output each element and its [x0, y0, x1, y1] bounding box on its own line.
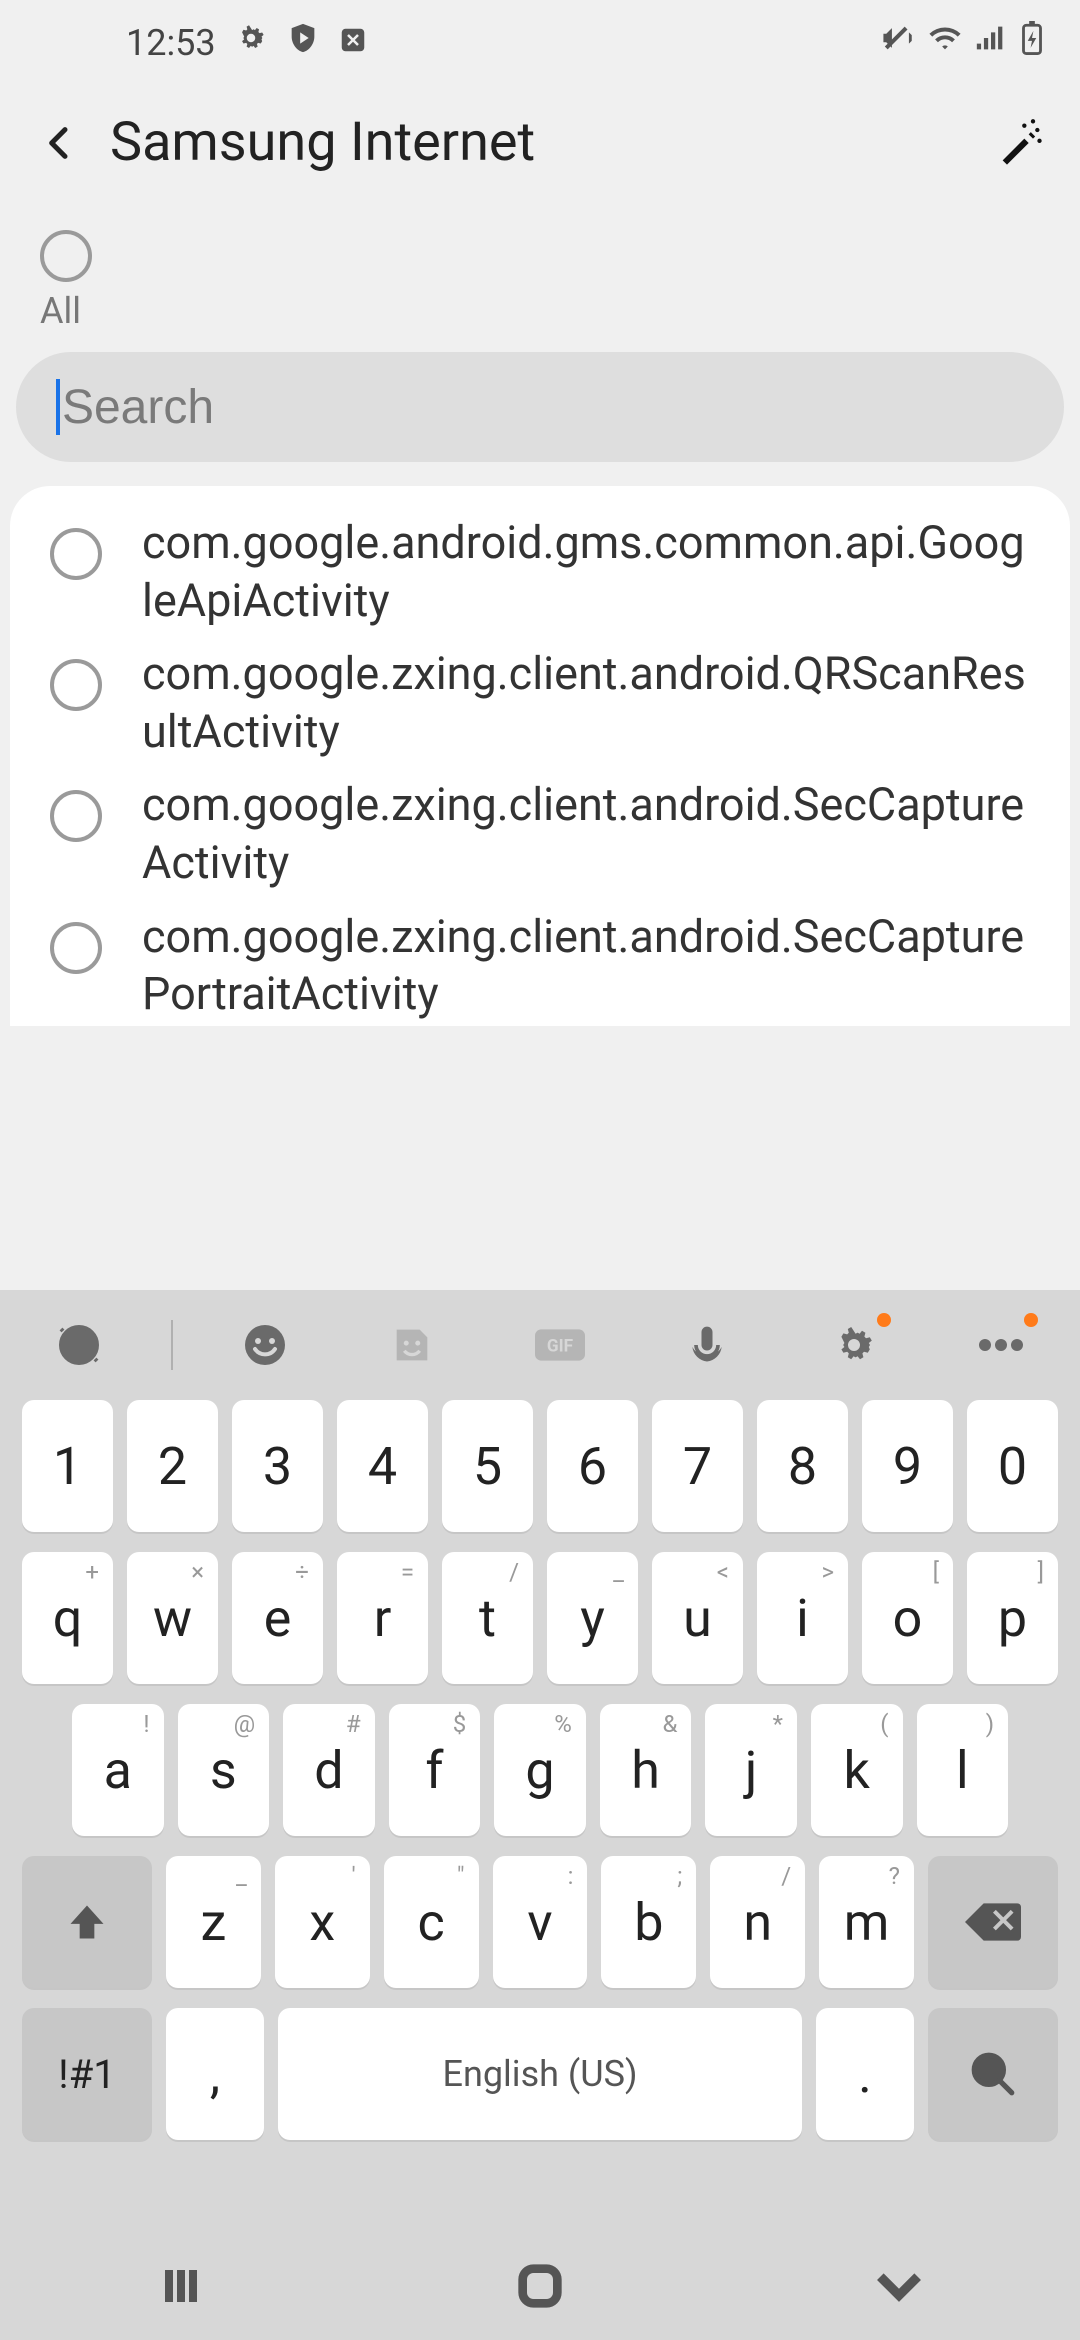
select-all-label: All [40, 290, 1040, 332]
period-key[interactable]: . [816, 2008, 914, 2140]
signal-icon [974, 21, 1008, 64]
key-9[interactable]: 9 [862, 1400, 953, 1532]
settings-icon [234, 21, 268, 64]
list-item-label: com.google.zxing.client.android.QRScanRe… [142, 645, 1030, 760]
voice-input-icon[interactable] [652, 1305, 762, 1385]
app-header: Samsung Internet [0, 85, 1080, 200]
recents-button[interactable] [153, 2262, 209, 2314]
key-l[interactable]: )l [917, 1704, 1009, 1836]
keyboard-row-bottom: !#1 , English (US) . [22, 2008, 1058, 2140]
key-8[interactable]: 8 [757, 1400, 848, 1532]
key-2[interactable]: 2 [127, 1400, 218, 1532]
shift-key[interactable] [22, 1856, 152, 1988]
list-item-label: com.google.zxing.client.android.SecCaptu… [142, 776, 1030, 891]
keyboard-toolbar: T GIF [0, 1290, 1080, 1400]
key-z[interactable]: _z [166, 1856, 261, 1988]
gif-icon[interactable]: GIF [505, 1305, 615, 1385]
text-assist-icon[interactable]: T [24, 1305, 134, 1385]
page-title: Samsung Internet [110, 111, 535, 174]
keyboard-row-numbers: 1 2 3 4 5 6 7 8 9 0 [22, 1400, 1058, 1532]
comma-key[interactable]: , [166, 2008, 264, 2140]
svg-text:GIF: GIF [546, 1336, 573, 1356]
select-all-radio[interactable] [40, 230, 92, 282]
key-k[interactable]: (k [811, 1704, 903, 1836]
shield-play-icon [286, 21, 320, 64]
status-time: 12:53 [126, 22, 216, 64]
symbols-key[interactable]: !#1 [22, 2008, 152, 2140]
keyboard-row-zxcv: _z 'x "c :v ;b /n ?m [22, 1856, 1058, 1988]
key-6[interactable]: 6 [547, 1400, 638, 1532]
select-all-section: All [0, 200, 1080, 342]
key-s[interactable]: @s [178, 1704, 270, 1836]
key-3[interactable]: 3 [232, 1400, 323, 1532]
keyboard-hide-button[interactable] [871, 2266, 927, 2310]
list-item-label: com.google.android.gms.common.api.Google… [142, 514, 1030, 629]
key-n[interactable]: /n [710, 1856, 805, 1988]
notification-dot [877, 1313, 891, 1327]
key-g[interactable]: %g [494, 1704, 586, 1836]
key-q[interactable]: +q [22, 1552, 113, 1684]
key-o[interactable]: [o [862, 1552, 953, 1684]
spacebar-key[interactable]: English (US) [278, 2008, 802, 2140]
keyboard-more-icon[interactable] [946, 1305, 1056, 1385]
key-1[interactable]: 1 [22, 1400, 113, 1532]
back-button[interactable] [30, 113, 90, 173]
key-r[interactable]: =r [337, 1552, 428, 1684]
list-item-radio[interactable] [50, 659, 102, 711]
key-w[interactable]: ×w [127, 1552, 218, 1684]
list-item[interactable]: com.google.android.gms.common.api.Google… [10, 506, 1070, 637]
magic-wand-button[interactable] [990, 113, 1050, 173]
svg-text:T: T [73, 1334, 85, 1358]
sticker-icon[interactable] [357, 1305, 467, 1385]
key-c[interactable]: "c [384, 1856, 479, 1988]
keyboard-row-asdf: !a @s #d $f %g &h *j (k )l [22, 1704, 1058, 1836]
vibrate-mute-icon [882, 21, 916, 64]
keyboard-settings-icon[interactable] [799, 1305, 909, 1385]
key-x[interactable]: 'x [275, 1856, 370, 1988]
list-item-radio[interactable] [50, 528, 102, 580]
key-i[interactable]: >i [757, 1552, 848, 1684]
activity-list: com.google.android.gms.common.api.Google… [10, 486, 1070, 1026]
keyboard-row-qwerty: +q ×w ÷e =r /t _y <u >i [o ]p [22, 1552, 1058, 1684]
backspace-key[interactable] [928, 1856, 1058, 1988]
list-item-radio[interactable] [50, 922, 102, 974]
search-field-container[interactable] [16, 352, 1064, 462]
list-item-radio[interactable] [50, 790, 102, 842]
key-v[interactable]: :v [493, 1856, 588, 1988]
system-nav-bar [0, 2235, 1080, 2340]
emoji-icon[interactable] [210, 1305, 320, 1385]
key-u[interactable]: <u [652, 1552, 743, 1684]
key-5[interactable]: 5 [442, 1400, 533, 1532]
wifi-icon [928, 21, 962, 64]
key-d[interactable]: #d [283, 1704, 375, 1836]
card-x-icon [338, 22, 368, 64]
list-item[interactable]: com.google.zxing.client.android.QRScanRe… [10, 637, 1070, 768]
toolbar-separator [171, 1320, 173, 1370]
key-7[interactable]: 7 [652, 1400, 743, 1532]
key-a[interactable]: !a [72, 1704, 164, 1836]
key-y[interactable]: _y [547, 1552, 638, 1684]
key-m[interactable]: ?m [819, 1856, 914, 1988]
home-button[interactable] [514, 2260, 566, 2316]
key-p[interactable]: ]p [967, 1552, 1058, 1684]
search-action-key[interactable] [928, 2008, 1058, 2140]
key-e[interactable]: ÷e [232, 1552, 323, 1684]
notification-dot [1024, 1313, 1038, 1327]
soft-keyboard: T GIF 1 2 3 4 5 6 7 [0, 1290, 1080, 2340]
list-item-label: com.google.zxing.client.android.SecCaptu… [142, 908, 1030, 1023]
key-j[interactable]: *j [705, 1704, 797, 1836]
key-0[interactable]: 0 [967, 1400, 1058, 1532]
list-item[interactable]: com.google.zxing.client.android.SecCaptu… [10, 768, 1070, 899]
search-input[interactable] [62, 380, 1024, 435]
battery-icon [1020, 21, 1044, 64]
list-item[interactable]: com.google.zxing.client.android.SecCaptu… [10, 900, 1070, 1026]
key-h[interactable]: &h [600, 1704, 692, 1836]
key-b[interactable]: ;b [601, 1856, 696, 1988]
key-f[interactable]: $f [389, 1704, 481, 1836]
text-cursor [56, 379, 60, 435]
key-4[interactable]: 4 [337, 1400, 428, 1532]
status-bar: 12:53 [0, 0, 1080, 85]
key-t[interactable]: /t [442, 1552, 533, 1684]
